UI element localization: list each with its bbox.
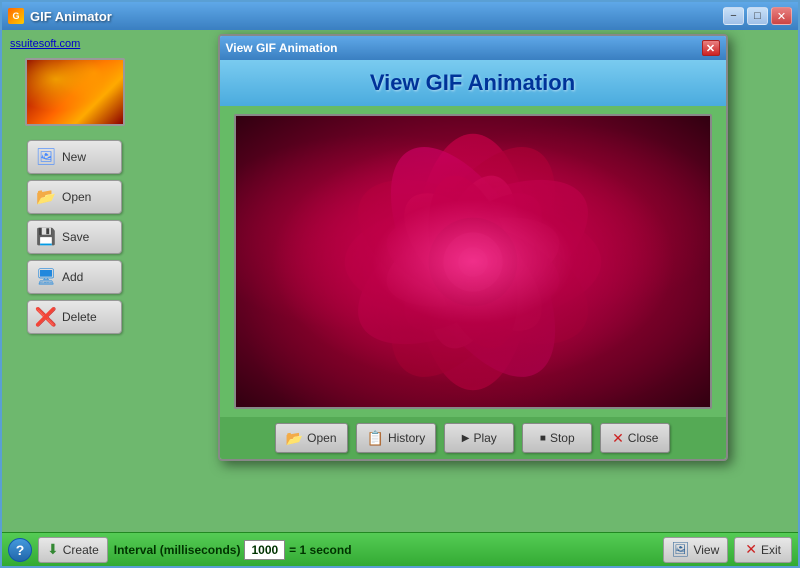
thumbnail-flower xyxy=(27,60,123,124)
new-button[interactable]: 🖼 New xyxy=(27,140,122,174)
modal-titlebar: View GIF Animation ✕ xyxy=(220,36,726,60)
content-area: ssuitesoft.com 🖼 New 📂 Open 💾 Save 🖥 xyxy=(2,30,798,532)
open-button[interactable]: 📂 Open xyxy=(27,180,122,214)
add-button[interactable]: 🖥 Add xyxy=(27,260,122,294)
view-icon: 🖼 xyxy=(672,541,690,558)
modal-history-label: History xyxy=(388,431,425,445)
thumbnail-area xyxy=(25,58,125,126)
interval-display: Interval (milliseconds) 1000 = 1 second xyxy=(114,540,352,560)
stop-icon: ■ xyxy=(540,433,546,444)
create-icon: ⬇ xyxy=(47,541,59,558)
main-content: View GIF Animation ✕ View GIF Animation xyxy=(147,30,798,532)
modal-body xyxy=(220,106,726,417)
app-icon: G xyxy=(8,8,24,24)
exit-icon: ✕ xyxy=(745,541,757,558)
sidebar: ssuitesoft.com 🖼 New 📂 Open 💾 Save 🖥 xyxy=(2,30,147,532)
new-icon: 🖼 xyxy=(36,147,56,167)
title-bar-left: G GIF Animator xyxy=(8,8,112,24)
create-button[interactable]: ⬇ Create xyxy=(38,537,108,563)
app-title: GIF Animator xyxy=(30,9,112,24)
modal-play-button[interactable]: ▶ Play xyxy=(444,423,514,453)
bottom-bar: ? ⬇ Create Interval (milliseconds) 1000 … xyxy=(2,532,798,566)
modal-title: View GIF Animation xyxy=(226,41,338,55)
new-label: New xyxy=(62,150,86,164)
add-label: Add xyxy=(62,270,83,284)
modal-overlay: View GIF Animation ✕ View GIF Animation xyxy=(147,30,798,532)
modal-stop-label: Stop xyxy=(550,431,575,445)
interval-label: Interval (milliseconds) xyxy=(114,543,241,557)
add-icon: 🖥 xyxy=(36,267,56,287)
modal-stop-button[interactable]: ■ Stop xyxy=(522,423,592,453)
save-icon: 💾 xyxy=(36,227,56,247)
flower-image xyxy=(236,116,710,407)
open-label: Open xyxy=(62,190,91,204)
title-bar: G GIF Animator − □ ✕ xyxy=(2,2,798,30)
save-button[interactable]: 💾 Save xyxy=(27,220,122,254)
thumbnail-leaves xyxy=(27,60,123,124)
delete-label: Delete xyxy=(62,310,97,324)
exit-button[interactable]: ✕ Exit xyxy=(734,537,792,563)
close-window-button[interactable]: ✕ xyxy=(771,7,792,25)
modal-footer: 📂 Open 📋 History ▶ Play ■ xyxy=(220,417,726,459)
modal-close-footer-icon: ✕ xyxy=(612,430,624,447)
open-icon: 📂 xyxy=(36,187,56,207)
modal-open-button[interactable]: 📂 Open xyxy=(275,423,348,453)
modal-close-footer-button[interactable]: ✕ Close xyxy=(600,423,670,453)
view-button[interactable]: 🖼 View xyxy=(663,537,729,563)
modal-open-label: Open xyxy=(307,431,336,445)
modal-dialog: View GIF Animation ✕ View GIF Animation xyxy=(218,34,728,461)
modal-close-button[interactable]: ✕ xyxy=(702,40,720,56)
interval-unit: = 1 second xyxy=(289,543,351,557)
maximize-button[interactable]: □ xyxy=(747,7,768,25)
modal-header-title: View GIF Animation xyxy=(370,70,575,95)
modal-play-label: Play xyxy=(473,431,496,445)
interval-value[interactable]: 1000 xyxy=(244,540,285,560)
modal-history-icon: 📋 xyxy=(367,430,384,447)
modal-header: View GIF Animation xyxy=(220,60,726,106)
main-window: G GIF Animator − □ ✕ ssuitesoft.com 🖼 Ne… xyxy=(0,0,800,568)
exit-label: Exit xyxy=(761,543,781,557)
modal-close-footer-label: Close xyxy=(628,431,659,445)
delete-icon: ❌ xyxy=(36,307,56,327)
modal-history-button[interactable]: 📋 History xyxy=(356,423,437,453)
modal-open-icon: 📂 xyxy=(286,430,303,447)
view-label: View xyxy=(693,543,719,557)
minimize-button[interactable]: − xyxy=(723,7,744,25)
title-controls: − □ ✕ xyxy=(723,7,792,25)
create-label: Create xyxy=(63,543,99,557)
save-label: Save xyxy=(62,230,89,244)
play-icon: ▶ xyxy=(462,433,470,444)
help-button[interactable]: ? xyxy=(8,538,32,562)
delete-button[interactable]: ❌ Delete xyxy=(27,300,122,334)
animation-frame xyxy=(234,114,712,409)
flower-petals-overlay xyxy=(236,116,710,407)
brand-label[interactable]: ssuitesoft.com xyxy=(2,38,80,50)
